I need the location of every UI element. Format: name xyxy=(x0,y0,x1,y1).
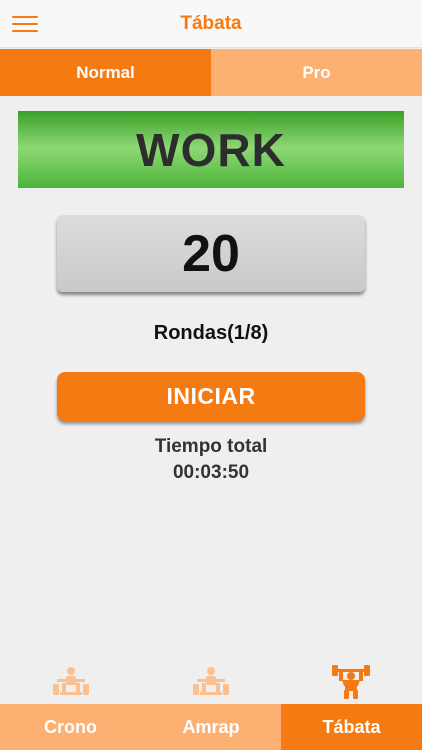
tab-amrap[interactable]: Amrap xyxy=(141,704,281,750)
weightlifter-icon[interactable] xyxy=(52,662,90,700)
total-time-label: Tiempo total xyxy=(154,436,268,457)
tab-crono[interactable]: Crono xyxy=(0,704,141,750)
start-button[interactable]: INICIAR xyxy=(57,372,365,421)
total-time-value: 00:03:50 xyxy=(172,462,250,483)
segment-pro[interactable]: Pro xyxy=(211,49,422,96)
page-title: Tábata xyxy=(180,13,242,34)
navigation-bar: Tábata xyxy=(0,0,422,48)
weightlifter-overhead-icon[interactable] xyxy=(332,662,370,700)
seconds-counter: 20 xyxy=(57,215,365,292)
tab-tabata[interactable]: Tábata xyxy=(281,704,422,750)
rounds-label: Rondas(1/8) xyxy=(153,322,269,344)
phase-banner: WORK xyxy=(18,111,404,188)
segment-normal[interactable]: Normal xyxy=(0,49,211,96)
weightlifter-icon[interactable] xyxy=(192,662,230,700)
